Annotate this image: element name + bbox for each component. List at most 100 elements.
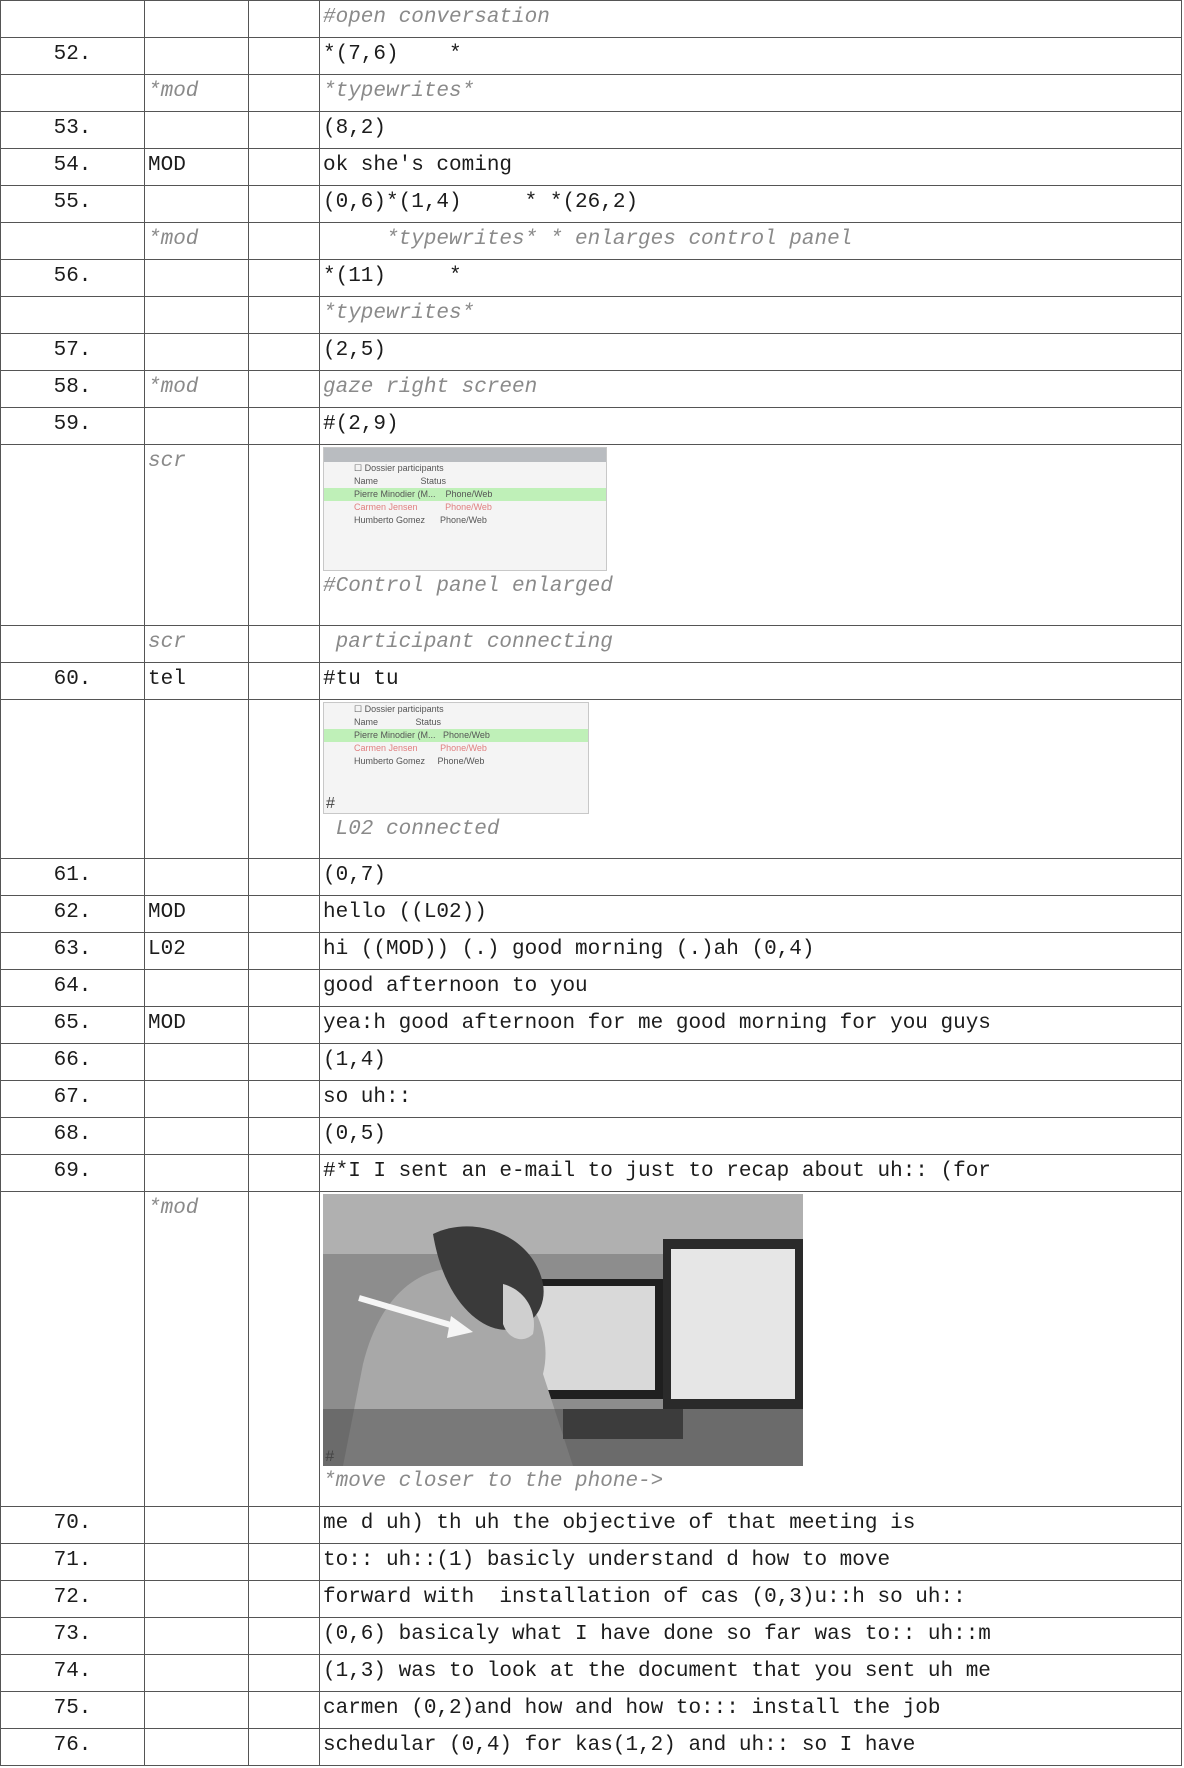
entry-name: Pierre Minodier (M... [354, 730, 436, 740]
line-number [0, 0, 145, 38]
table-row: *mod *typewrites* [0, 74, 1182, 112]
speaker: scr [144, 444, 249, 626]
col-status: Status [415, 717, 442, 727]
gap-cell [248, 0, 320, 38]
table-row: 60. tel #tu tu [0, 662, 1182, 700]
gap-cell [248, 1691, 320, 1729]
entry-name: Carmen Jensen [354, 502, 418, 512]
utterance: yea:h good afternoon for me good morning… [319, 1006, 1182, 1044]
gap-cell [248, 1006, 320, 1044]
speaker [144, 1580, 249, 1618]
utterance: gaze right screen [319, 370, 1182, 408]
window-titlebar [324, 448, 606, 462]
table-row: 67. so uh:: [0, 1080, 1182, 1118]
table-row: 55. (0,6)*(1,4) * *(26,2) [0, 185, 1182, 223]
photo-cell: # *move closer to the phone-> [319, 1191, 1182, 1507]
speaker [144, 111, 249, 149]
utterance: *(11) * [319, 259, 1182, 297]
line-number: 61. [0, 858, 145, 896]
speaker [144, 259, 249, 297]
speaker [144, 0, 249, 38]
line-number: 68. [0, 1117, 145, 1155]
utterance: #*I I sent an e-mail to just to recap ab… [319, 1154, 1182, 1192]
line-number: 55. [0, 185, 145, 223]
gap-cell [248, 407, 320, 445]
table-row: 61. (0,7) [0, 858, 1182, 896]
list-item: Humberto Gomez Phone/Web [324, 514, 606, 527]
gap-cell [248, 1154, 320, 1192]
table-row: 71. to:: uh::(1) basicly understand d ho… [0, 1543, 1182, 1581]
utterance: #open conversation [319, 0, 1182, 38]
utterance: *typewrites* * enlarges control panel [319, 222, 1182, 260]
speaker: tel [144, 662, 249, 700]
line-number: 63. [0, 932, 145, 970]
utterance: (0,6)*(1,4) * *(26,2) [319, 185, 1182, 223]
gap-cell [248, 1543, 320, 1581]
speaker [144, 1080, 249, 1118]
gap-cell [248, 185, 320, 223]
transcript-table: #open conversation 52. *(7,6) * *mod *ty… [0, 0, 1182, 1766]
utterance: forward with installation of cas (0,3)u:… [319, 1580, 1182, 1618]
table-row: 52. *(7,6) * [0, 37, 1182, 75]
utterance: #tu tu [319, 662, 1182, 700]
gap-cell [248, 111, 320, 149]
speaker [144, 1691, 249, 1729]
utterance: *typewrites* [319, 296, 1182, 334]
list-header: Name Status [324, 716, 588, 729]
control-panel-screenshot: ☐ Dossier participants Name Status Pierr… [323, 447, 607, 571]
list-item: Humberto Gomez Phone/Web [324, 755, 588, 768]
frame-marker: # [325, 1448, 335, 1466]
table-row: scr participant connecting [0, 625, 1182, 663]
line-number: 62. [0, 895, 145, 933]
list-item: Carmen Jensen Phone/Web [324, 501, 606, 514]
col-name: Name [354, 476, 379, 486]
gap-cell [248, 1506, 320, 1544]
line-number: 73. [0, 1617, 145, 1655]
utterance: (0,6) basicaly what I have done so far w… [319, 1617, 1182, 1655]
gap-cell [248, 1117, 320, 1155]
speaker [144, 858, 249, 896]
line-number: 64. [0, 969, 145, 1007]
speaker [144, 969, 249, 1007]
gap-cell [248, 1080, 320, 1118]
screenshot-caption: #Control panel enlarged [323, 575, 613, 598]
utterance: hi ((MOD)) (.) good morning (.)ah (0,4) [319, 932, 1182, 970]
table-row: ☐ Dossier participants Name Status Pierr… [0, 699, 1182, 859]
speaker: MOD [144, 895, 249, 933]
speaker [144, 1117, 249, 1155]
entry-status: Phone/Web [440, 743, 487, 753]
line-number: 74. [0, 1654, 145, 1692]
line-number [0, 625, 145, 663]
speaker [144, 699, 249, 859]
utterance: hello ((L02)) [319, 895, 1182, 933]
speaker: MOD [144, 1006, 249, 1044]
table-row: 76. schedular (0,4) for kas(1,2) and uh:… [0, 1728, 1182, 1766]
checkbox-label: Dossier participants [364, 463, 444, 473]
line-number: 58. [0, 370, 145, 408]
speaker [144, 1543, 249, 1581]
line-number: 57. [0, 333, 145, 371]
utterance: (1,4) [319, 1043, 1182, 1081]
gap-cell [248, 1191, 320, 1507]
line-number: 76. [0, 1728, 145, 1766]
line-number: 54. [0, 148, 145, 186]
gap-cell [248, 662, 320, 700]
table-row: #open conversation [0, 0, 1182, 38]
line-number: 52. [0, 37, 145, 75]
speaker [144, 1154, 249, 1192]
utterance: *typewrites* [319, 74, 1182, 112]
utterance: (0,5) [319, 1117, 1182, 1155]
gap-cell [248, 932, 320, 970]
entry-status: Phone/Web [437, 756, 485, 766]
entry-name: Pierre Minodier (M... [354, 489, 436, 499]
line-number: 67. [0, 1080, 145, 1118]
gap-cell [248, 1043, 320, 1081]
entry-name: Carmen Jensen [354, 743, 418, 753]
line-number: 59. [0, 407, 145, 445]
entry-status: Phone/Web [443, 730, 490, 740]
speaker [144, 37, 249, 75]
entry-status: Phone/Web [445, 502, 492, 512]
speaker: L02 [144, 932, 249, 970]
utterance: (2,5) [319, 333, 1182, 371]
line-number [0, 296, 145, 334]
